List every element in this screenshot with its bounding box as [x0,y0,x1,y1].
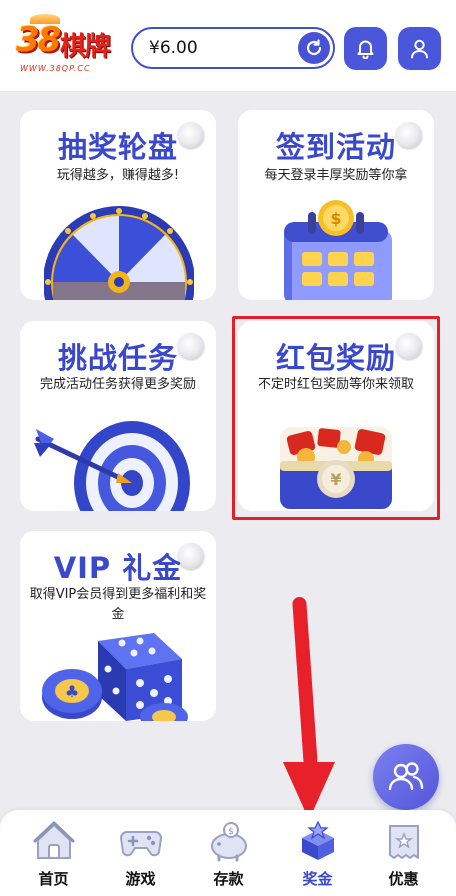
gamepad-icon [120,831,162,857]
nav-item-deposit[interactable]: $ 存款 [183,810,274,896]
nav-label: 游戏 [125,870,156,888]
nav-label: 首页 [38,870,69,888]
refresh-button[interactable] [298,32,330,64]
card-description: 玩得越多，赚得越多! [56,168,180,183]
prize-wheel-icon [44,206,194,300]
nav-label: 存款 [213,870,244,888]
nav-item-home[interactable]: 首页 [8,810,99,896]
vip-bonus-card[interactable]: VIP 礼金 取得VIP会员得到更多福利和奖金 ♣ [20,531,216,721]
nav-label: 优惠 [388,870,419,888]
piggy-bank-icon: $ [211,822,247,862]
calendar-coin-icon: $ [284,200,392,300]
logo-number: 38 [16,20,61,60]
card-description: 每天登录丰厚奖励等你拿 [264,168,408,183]
sign-in-card[interactable]: 签到活动 每天登录丰厚奖励等你拿 $ [238,110,434,300]
challenge-task-card[interactable]: 挑战任务 完成活动任务获得更多奖励 [20,321,216,511]
card-badge-icon [178,543,204,569]
highlight-frame [232,316,440,520]
svg-text:$: $ [228,827,234,837]
nav-item-games[interactable]: 游戏 [95,810,186,896]
brand-logo[interactable]: 38 棋牌 WWW.38QP.CC [12,14,122,80]
lottery-wheel-card[interactable]: 抽奖轮盘 玩得越多，赚得越多! [20,110,216,300]
card-description: 完成活动任务获得更多奖励 [39,377,196,392]
refresh-icon [306,39,322,56]
balance-display: ¥6.00 [131,27,335,69]
header: 38 棋牌 WWW.38QP.CC ¥6.00 [0,0,456,92]
svg-text:♣: ♣ [65,682,79,701]
nav-item-bonus[interactable]: 奖金 [272,810,363,896]
nav-item-promotions[interactable]: 优惠 [358,810,449,896]
card-description: 取得VIP会员得到更多福利和奖金 [29,587,207,622]
svg-text:$: $ [330,209,341,228]
logo-text: 棋牌 [60,32,111,62]
community-icon [388,762,424,791]
gift-box-icon [302,820,334,860]
coupon-icon [389,825,419,859]
bottom-nav: 首页 游戏 $ 存款 奖金 优惠 [0,810,456,896]
nav-label: 奖金 [302,870,333,888]
card-badge-icon [178,122,204,148]
bell-icon [357,40,374,59]
dice-chips-icon: ♣ [42,633,188,721]
profile-button[interactable] [398,27,441,70]
user-icon [411,39,428,59]
community-button[interactable] [373,744,439,810]
home-icon [33,821,75,859]
logo-url: WWW.38QP.CC [20,64,91,73]
target-dart-icon [34,421,190,511]
balance-amount: ¥6.00 [149,38,198,58]
notifications-button[interactable] [344,27,387,70]
card-badge-icon [396,122,422,148]
annotation-arrow [292,596,318,768]
card-badge-icon [178,333,204,359]
